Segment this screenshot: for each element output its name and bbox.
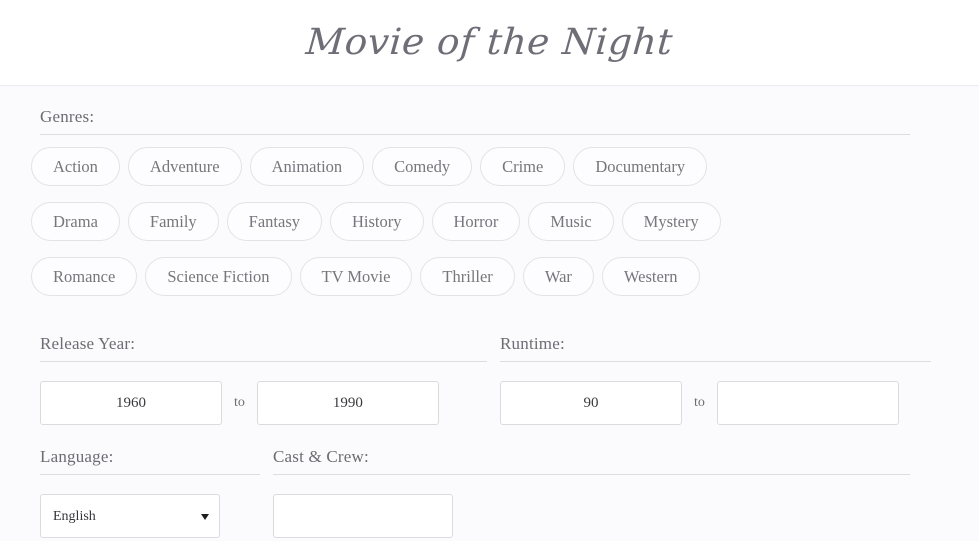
release-year-label: Release Year: — [40, 334, 136, 353]
filter-form: Genres: Action Adventure Animation Comed… — [0, 86, 979, 538]
genre-row: Action Adventure Animation Comedy Crime … — [31, 147, 979, 186]
genre-chip-western[interactable]: Western — [601, 257, 700, 296]
genre-row: Drama Family Fantasy History Horror Musi… — [31, 202, 979, 241]
genre-chip-crime[interactable]: Crime — [480, 147, 566, 186]
runtime-fields: to — [500, 362, 931, 425]
release-year-from-input[interactable] — [40, 381, 222, 425]
language-select-wrap[interactable]: English — [40, 494, 220, 538]
genre-chip-tv-movie[interactable]: TV Movie — [299, 257, 413, 296]
language-cast-row: Language: English Cast & Crew: — [0, 425, 979, 538]
genres-section: Genres: Action Adventure Animation Comed… — [0, 86, 979, 296]
genre-chip-science-fiction[interactable]: Science Fiction — [145, 257, 292, 296]
genre-chip-mystery[interactable]: Mystery — [621, 202, 721, 241]
cast-crew-label: Cast & Crew: — [273, 447, 369, 466]
genres-label: Genres: — [40, 107, 95, 126]
runtime-label: Runtime: — [500, 334, 565, 353]
language-field: English — [40, 475, 260, 538]
cast-crew-field — [273, 475, 910, 538]
page-title: Movie of the Night — [304, 22, 675, 63]
genre-chip-history[interactable]: History — [330, 202, 424, 241]
genre-chip-drama[interactable]: Drama — [31, 202, 120, 241]
runtime-to-input[interactable] — [716, 381, 899, 425]
genre-chip-grid: Action Adventure Animation Comedy Crime … — [0, 135, 979, 296]
genre-chip-horror[interactable]: Horror — [431, 202, 521, 241]
runtime-section: Runtime: to — [500, 312, 931, 425]
genre-chip-war[interactable]: War — [522, 257, 594, 296]
genre-chip-action[interactable]: Action — [31, 147, 120, 186]
language-label: Language: — [40, 447, 114, 466]
site-header: Movie of the Night — [0, 0, 979, 86]
cast-crew-input[interactable] — [273, 494, 453, 538]
release-year-separator: to — [234, 395, 245, 410]
release-year-section: Release Year: to — [40, 312, 487, 425]
genre-row: Romance Science Fiction TV Movie Thrille… — [31, 257, 979, 296]
year-runtime-row: Release Year: to Runtime: to — [0, 312, 979, 425]
runtime-separator: to — [694, 395, 705, 410]
language-select[interactable]: English — [40, 494, 220, 538]
genre-chip-adventure[interactable]: Adventure — [127, 147, 242, 186]
genre-chip-animation[interactable]: Animation — [249, 147, 365, 186]
cast-crew-section: Cast & Crew: — [273, 425, 910, 538]
genre-chip-romance[interactable]: Romance — [31, 257, 138, 296]
genre-chip-comedy[interactable]: Comedy — [372, 147, 473, 186]
genre-chip-family[interactable]: Family — [127, 202, 219, 241]
genre-chip-thriller[interactable]: Thriller — [420, 257, 515, 296]
genres-legend-row: Genres: — [0, 86, 979, 135]
language-section: Language: English — [40, 425, 260, 538]
genre-chip-fantasy[interactable]: Fantasy — [226, 202, 323, 241]
genre-chip-documentary[interactable]: Documentary — [573, 147, 708, 186]
runtime-from-input[interactable] — [500, 381, 682, 425]
release-year-to-input[interactable] — [256, 381, 439, 425]
release-year-fields: to — [40, 362, 487, 425]
genre-chip-music[interactable]: Music — [528, 202, 614, 241]
